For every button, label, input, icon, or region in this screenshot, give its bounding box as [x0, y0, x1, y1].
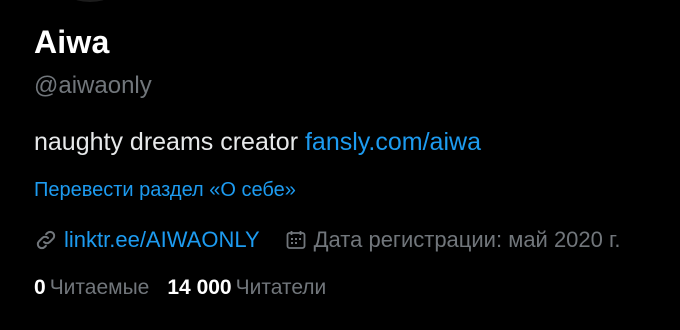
followers-count: 14 000 [167, 276, 232, 299]
display-name: Aiwa [34, 24, 110, 60]
bio-text: naughty dreams creator [34, 128, 305, 156]
followers-label: Читатели [235, 276, 327, 299]
website-item[interactable]: linktr.ee/AIWAONLY [34, 227, 260, 253]
user-handle: @aiwaonly [34, 72, 152, 99]
profile-header: Aiwa @aiwaonly naughty dreams creator fa… [34, 22, 670, 301]
join-date-item: Дата регистрации: май 2020 г. [284, 227, 621, 253]
bio: naughty dreams creator fansly.com/aiwa [34, 127, 670, 157]
following-count: 0 [34, 276, 46, 299]
followers-link[interactable]: 14 000 Читатели [167, 275, 326, 301]
profile-meta: linktr.ee/AIWAONLY Дата регистрации: май… [34, 227, 670, 253]
calendar-icon [284, 228, 308, 252]
link-icon [34, 228, 58, 252]
following-label: Читаемые [49, 276, 150, 299]
website-link[interactable]: linktr.ee/AIWAONLY [64, 227, 260, 253]
bio-link[interactable]: fansly.com/aiwa [305, 128, 481, 156]
avatar[interactable] [60, 0, 120, 2]
join-date: Дата регистрации: май 2020 г. [313, 227, 621, 252]
translate-bio-link[interactable]: Перевести раздел «О себе» [34, 178, 670, 202]
follow-counts: 0 Читаемые 14 000 Читатели [34, 275, 670, 301]
following-link[interactable]: 0 Читаемые [34, 275, 149, 301]
